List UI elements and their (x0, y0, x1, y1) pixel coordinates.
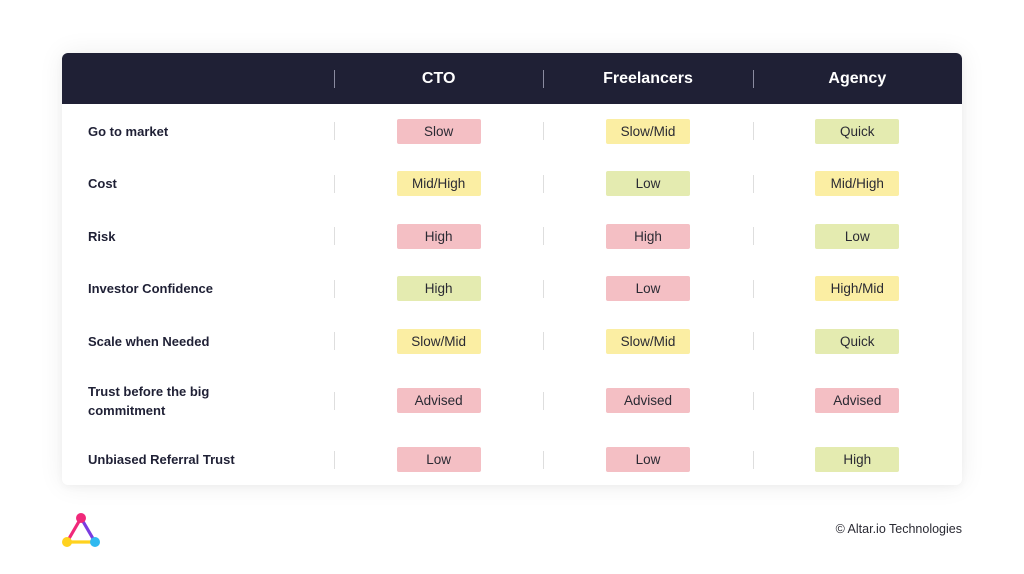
header-col-agency: Agency (752, 53, 962, 104)
column-divider (543, 391, 545, 410)
rating-badge: Slow (396, 118, 481, 144)
table-row: Go to market Slow Slow/Mid Quick (62, 105, 962, 158)
comparison-table: CTO Freelancers Agency Go to market Slow… (62, 53, 962, 485)
row-label-cell: Scale when Needed (62, 315, 334, 368)
column-title: Agency (828, 69, 887, 87)
row-label: Investor Confidence (88, 281, 213, 297)
column-divider (752, 391, 754, 410)
table-row: Trust before the big commitment Advised … (62, 368, 962, 434)
table-row: Risk High High Low (62, 210, 962, 263)
rating-badge: Advised (605, 388, 690, 413)
column-divider (334, 279, 335, 298)
rating-badge: Advised (396, 388, 481, 413)
row-label-cell: Trust before the big commitment (62, 368, 334, 434)
row-label-cell: Cost (62, 158, 334, 211)
value-cell: High (752, 434, 962, 486)
value-cell: Advised (543, 368, 752, 434)
value-cell: Low (543, 434, 752, 486)
value-cell: Quick (752, 315, 962, 368)
rating-badge: Mid/High (815, 171, 900, 197)
value-cell: Mid/High (334, 158, 543, 211)
column-divider (752, 69, 754, 88)
rating-badge: High (396, 223, 481, 249)
value-cell: Slow/Mid (334, 315, 543, 368)
column-title: Freelancers (603, 69, 693, 87)
table-header: CTO Freelancers Agency (62, 53, 962, 104)
column-divider (543, 122, 545, 141)
rating-badge: Low (815, 223, 900, 249)
column-divider (334, 122, 335, 141)
column-divider (334, 332, 335, 351)
column-divider (334, 174, 335, 193)
column-divider (543, 227, 545, 246)
row-label-cell: Unbiased Referral Trust (62, 434, 334, 486)
rating-badge: High (396, 276, 481, 302)
row-label: Risk (88, 228, 116, 244)
column-divider (334, 391, 335, 410)
table-row: Investor Confidence High Low High/Mid (62, 263, 962, 316)
column-title: CTO (421, 69, 456, 87)
row-label: Go to market (88, 123, 169, 139)
rating-badge: Slow/Mid (605, 118, 690, 144)
column-divider (334, 227, 335, 246)
value-cell: Slow/Mid (543, 105, 752, 158)
table-row: Cost Mid/High Low Mid/High (62, 158, 962, 211)
value-cell: Low (334, 434, 543, 486)
column-divider (543, 332, 545, 351)
row-label-cell: Go to market (62, 105, 334, 158)
rating-badge: Advised (815, 388, 900, 413)
table-row: Scale when Needed Slow/Mid Slow/Mid Quic… (62, 315, 962, 368)
row-label: Scale when Needed (88, 333, 210, 349)
rating-badge: Low (605, 276, 690, 302)
value-cell: Advised (752, 368, 962, 434)
column-divider (752, 450, 754, 469)
rating-badge: Mid/High (396, 171, 481, 197)
value-cell: Advised (334, 368, 543, 434)
column-divider (752, 227, 754, 246)
column-divider (543, 69, 545, 88)
value-cell: High (334, 210, 543, 263)
altar-triangle-logo-icon (60, 510, 102, 550)
row-label-cell: Risk (62, 210, 334, 263)
table-row: Unbiased Referral Trust Low Low High (62, 434, 962, 486)
column-divider (752, 279, 754, 298)
value-cell: Low (752, 210, 962, 263)
column-divider (752, 122, 754, 141)
column-divider (543, 450, 545, 469)
header-label-cell (62, 53, 334, 104)
header-col-cto: CTO (334, 53, 543, 104)
header-col-freelancers: Freelancers (543, 53, 752, 104)
column-divider (334, 450, 335, 469)
value-cell: Slow/Mid (543, 315, 752, 368)
value-cell: Low (543, 158, 752, 211)
value-cell: Quick (752, 105, 962, 158)
rating-badge: High (815, 447, 900, 473)
copyright-text: © Altar.io Technologies (835, 522, 962, 536)
value-cell: Slow (334, 105, 543, 158)
column-divider (543, 279, 545, 298)
column-divider (334, 69, 335, 88)
rating-badge: High/Mid (815, 276, 900, 302)
row-label-cell: Investor Confidence (62, 263, 334, 316)
row-label: Trust before the big commitment (88, 383, 210, 418)
value-cell: High/Mid (752, 263, 962, 316)
value-cell: High (543, 210, 752, 263)
rating-badge: Slow/Mid (605, 328, 690, 354)
rating-badge: Low (605, 171, 690, 197)
rating-badge: Low (396, 447, 481, 473)
column-divider (543, 174, 545, 193)
rating-badge: Low (605, 447, 690, 473)
rating-badge: Slow/Mid (396, 328, 481, 354)
rating-badge: Quick (815, 328, 900, 354)
row-label: Cost (88, 176, 117, 192)
rating-badge: High (605, 223, 690, 249)
rating-badge: Quick (815, 118, 900, 144)
value-cell: Mid/High (752, 158, 962, 211)
column-divider (752, 174, 754, 193)
row-label: Unbiased Referral Trust (88, 452, 235, 468)
value-cell: Low (543, 263, 752, 316)
table-body: Go to market Slow Slow/Mid Quick Cost Mi… (62, 104, 962, 485)
column-divider (752, 332, 754, 351)
value-cell: High (334, 263, 543, 316)
